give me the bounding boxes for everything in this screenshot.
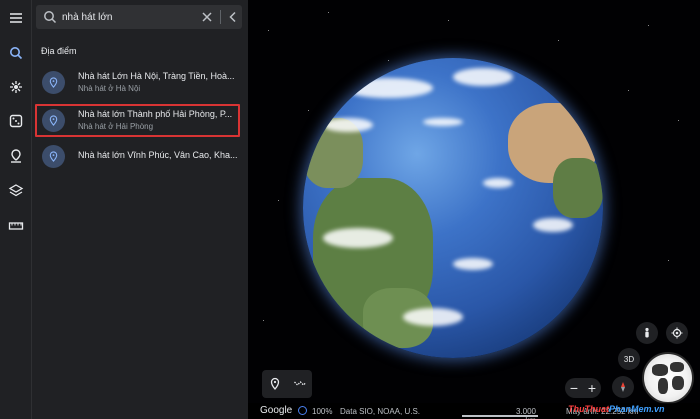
zoom-control: − + [565, 378, 601, 398]
search-input[interactable] [62, 5, 192, 29]
my-location-button[interactable] [666, 322, 688, 344]
overview-map[interactable] [642, 352, 694, 404]
compass-button[interactable] [612, 376, 634, 398]
voyager-icon[interactable] [6, 77, 26, 97]
google-logo: Google [260, 405, 293, 416]
divider [220, 10, 221, 24]
search-icon[interactable] [6, 43, 26, 63]
result-title: Nhà hát lớn Vĩnh Phúc, Vân Cao, Kha... [78, 150, 238, 160]
search-panel: Địa điểm Nhà hát Lớn Hà Nội, Tràng Tiền,… [32, 0, 248, 419]
zoom-out-button[interactable]: − [570, 381, 578, 395]
compass-icon [621, 382, 625, 392]
earth-globe[interactable] [303, 58, 603, 358]
list-item[interactable]: Nhà hát lớn Vĩnh Phúc, Vân Cao, Kha... [32, 140, 248, 172]
map-tools [262, 370, 312, 398]
projects-icon[interactable] [6, 146, 26, 166]
add-placemark-icon[interactable] [268, 377, 282, 391]
menu-icon[interactable] [6, 8, 26, 28]
scale-label: 3.000 km [515, 407, 536, 419]
draw-path-icon[interactable] [293, 377, 307, 391]
selection-highlight [35, 104, 240, 137]
watermark: ThuThuatPhanMem.vn [568, 404, 665, 414]
3d-toggle-button[interactable]: 3D [618, 348, 640, 370]
pegman-icon [645, 327, 649, 338]
search-box[interactable] [36, 5, 242, 29]
globe-view[interactable]: 3D − + [248, 0, 700, 419]
measure-icon[interactable] [6, 216, 26, 236]
close-icon[interactable] [200, 10, 214, 24]
place-pin-icon [42, 71, 65, 94]
pegman-button[interactable] [636, 322, 658, 344]
map-style-icon[interactable] [6, 181, 26, 201]
zoom-in-button[interactable]: + [588, 381, 596, 395]
search-field-icon [44, 11, 57, 24]
place-pin-icon [42, 145, 65, 168]
list-item[interactable]: Nhà hát Lớn Hà Nội, Tràng Tiền, Hoà... N… [32, 66, 248, 98]
result-title: Nhà hát Lớn Hà Nội, Tràng Tiền, Hoà... [78, 71, 235, 81]
feeling-lucky-icon[interactable] [6, 111, 26, 131]
section-title: Địa điểm [41, 46, 77, 56]
load-percent: 100% [312, 407, 333, 416]
loading-indicator [298, 406, 307, 415]
result-subtitle: Nhà hát ở Hà Nội [78, 84, 141, 93]
data-attribution[interactable]: Data SIO, NOAA, U.S. Nav [340, 407, 422, 416]
left-rail [0, 0, 32, 419]
crosshair-icon [671, 327, 683, 339]
chevron-left-icon[interactable] [226, 10, 240, 24]
